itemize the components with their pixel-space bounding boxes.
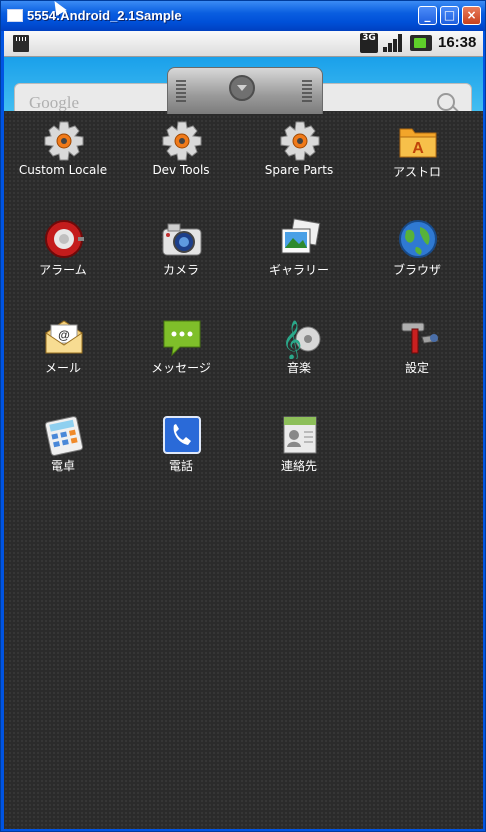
phone-icon xyxy=(163,416,201,454)
app-label: ブラウザ xyxy=(392,263,441,277)
title-bar[interactable]: 5554:Android_2.1Sample _ □ × xyxy=(1,1,485,31)
app-label: Spare Parts xyxy=(264,163,334,177)
app-astro[interactable]: A アストロ xyxy=(358,111,476,201)
contacts-icon xyxy=(283,416,317,454)
window-title: 5554:Android_2.1Sample xyxy=(27,8,182,23)
app-music[interactable]: 𝄞 音楽 xyxy=(240,307,358,397)
status-bar[interactable]: 3G 16:38 xyxy=(4,31,483,57)
app-label: Dev Tools xyxy=(152,163,210,177)
network-3g-icon: 3G xyxy=(360,33,378,53)
grip-left xyxy=(176,80,186,102)
app-messaging[interactable]: メッセージ xyxy=(122,307,240,397)
app-camera[interactable]: カメラ xyxy=(122,209,240,299)
chevron-down-icon[interactable] xyxy=(229,75,255,101)
app-label: アラーム xyxy=(39,263,87,277)
music-icon: 𝄞 xyxy=(282,320,321,359)
emulator-window: 5554:Android_2.1Sample _ □ × 3G 16:38 Go… xyxy=(0,0,486,832)
app-drawer: Custom Locale Dev Tools Spare Parts A アス… xyxy=(4,111,483,829)
app-label: アストロ xyxy=(392,165,441,179)
status-clock: 16:38 xyxy=(438,34,477,51)
app-label: 電卓 xyxy=(50,459,75,473)
app-phone[interactable]: 電話 xyxy=(122,405,240,495)
app-label: 連絡先 xyxy=(280,459,317,473)
svg-text:𝄞: 𝄞 xyxy=(282,320,302,359)
message-icon xyxy=(163,320,201,357)
calculator-icon xyxy=(44,416,84,456)
device-screen: 3G 16:38 Google Custom Locale Dev Tools … xyxy=(4,31,483,829)
gear-icon xyxy=(162,121,202,161)
gear-icon xyxy=(280,121,320,161)
camera-icon xyxy=(162,223,202,256)
sd-card-icon xyxy=(13,35,29,52)
app-label: 電話 xyxy=(168,459,193,473)
search-icon[interactable] xyxy=(437,93,455,111)
app-label: Custom Locale xyxy=(18,163,108,177)
globe-icon xyxy=(399,220,437,258)
app-dev-tools[interactable]: Dev Tools xyxy=(122,111,240,201)
battery-charging-icon xyxy=(410,35,432,51)
app-label: 音楽 xyxy=(286,361,311,375)
app-contacts[interactable]: 連絡先 xyxy=(240,405,358,495)
app-calculator[interactable]: 電卓 xyxy=(4,405,122,495)
app-mail[interactable]: @ メール xyxy=(4,307,122,397)
app-label: ギャラリー xyxy=(268,263,329,277)
gear-icon xyxy=(44,121,84,161)
app-spare-parts[interactable]: Spare Parts xyxy=(240,111,358,201)
app-label: 設定 xyxy=(404,361,429,375)
app-gallery[interactable]: ギャラリー xyxy=(240,209,358,299)
svg-text:@: @ xyxy=(58,328,70,342)
mail-icon: @ xyxy=(45,320,83,354)
alarm-icon xyxy=(45,220,84,258)
svg-text:A: A xyxy=(412,140,424,157)
app-custom-locale[interactable]: Custom Locale xyxy=(4,111,122,201)
app-label: カメラ xyxy=(162,263,199,277)
folder-icon: A xyxy=(399,128,437,158)
app-label: メッセージ xyxy=(151,361,211,375)
maximize-button[interactable]: □ xyxy=(440,6,459,25)
settings-tools-icon xyxy=(401,322,439,354)
app-label: メール xyxy=(44,361,81,375)
app-browser[interactable]: ブラウザ xyxy=(358,209,476,299)
close-button[interactable]: × xyxy=(462,6,481,25)
grip-right xyxy=(302,80,312,102)
drawer-handle[interactable] xyxy=(167,67,323,114)
signal-strength-icon xyxy=(383,34,403,52)
gallery-icon xyxy=(281,218,321,254)
minimize-button[interactable]: _ xyxy=(418,6,437,25)
app-settings[interactable]: 設定 xyxy=(358,307,476,397)
window-icon xyxy=(7,9,23,22)
app-alarm[interactable]: アラーム xyxy=(4,209,122,299)
google-logo-text: Google xyxy=(29,93,80,112)
